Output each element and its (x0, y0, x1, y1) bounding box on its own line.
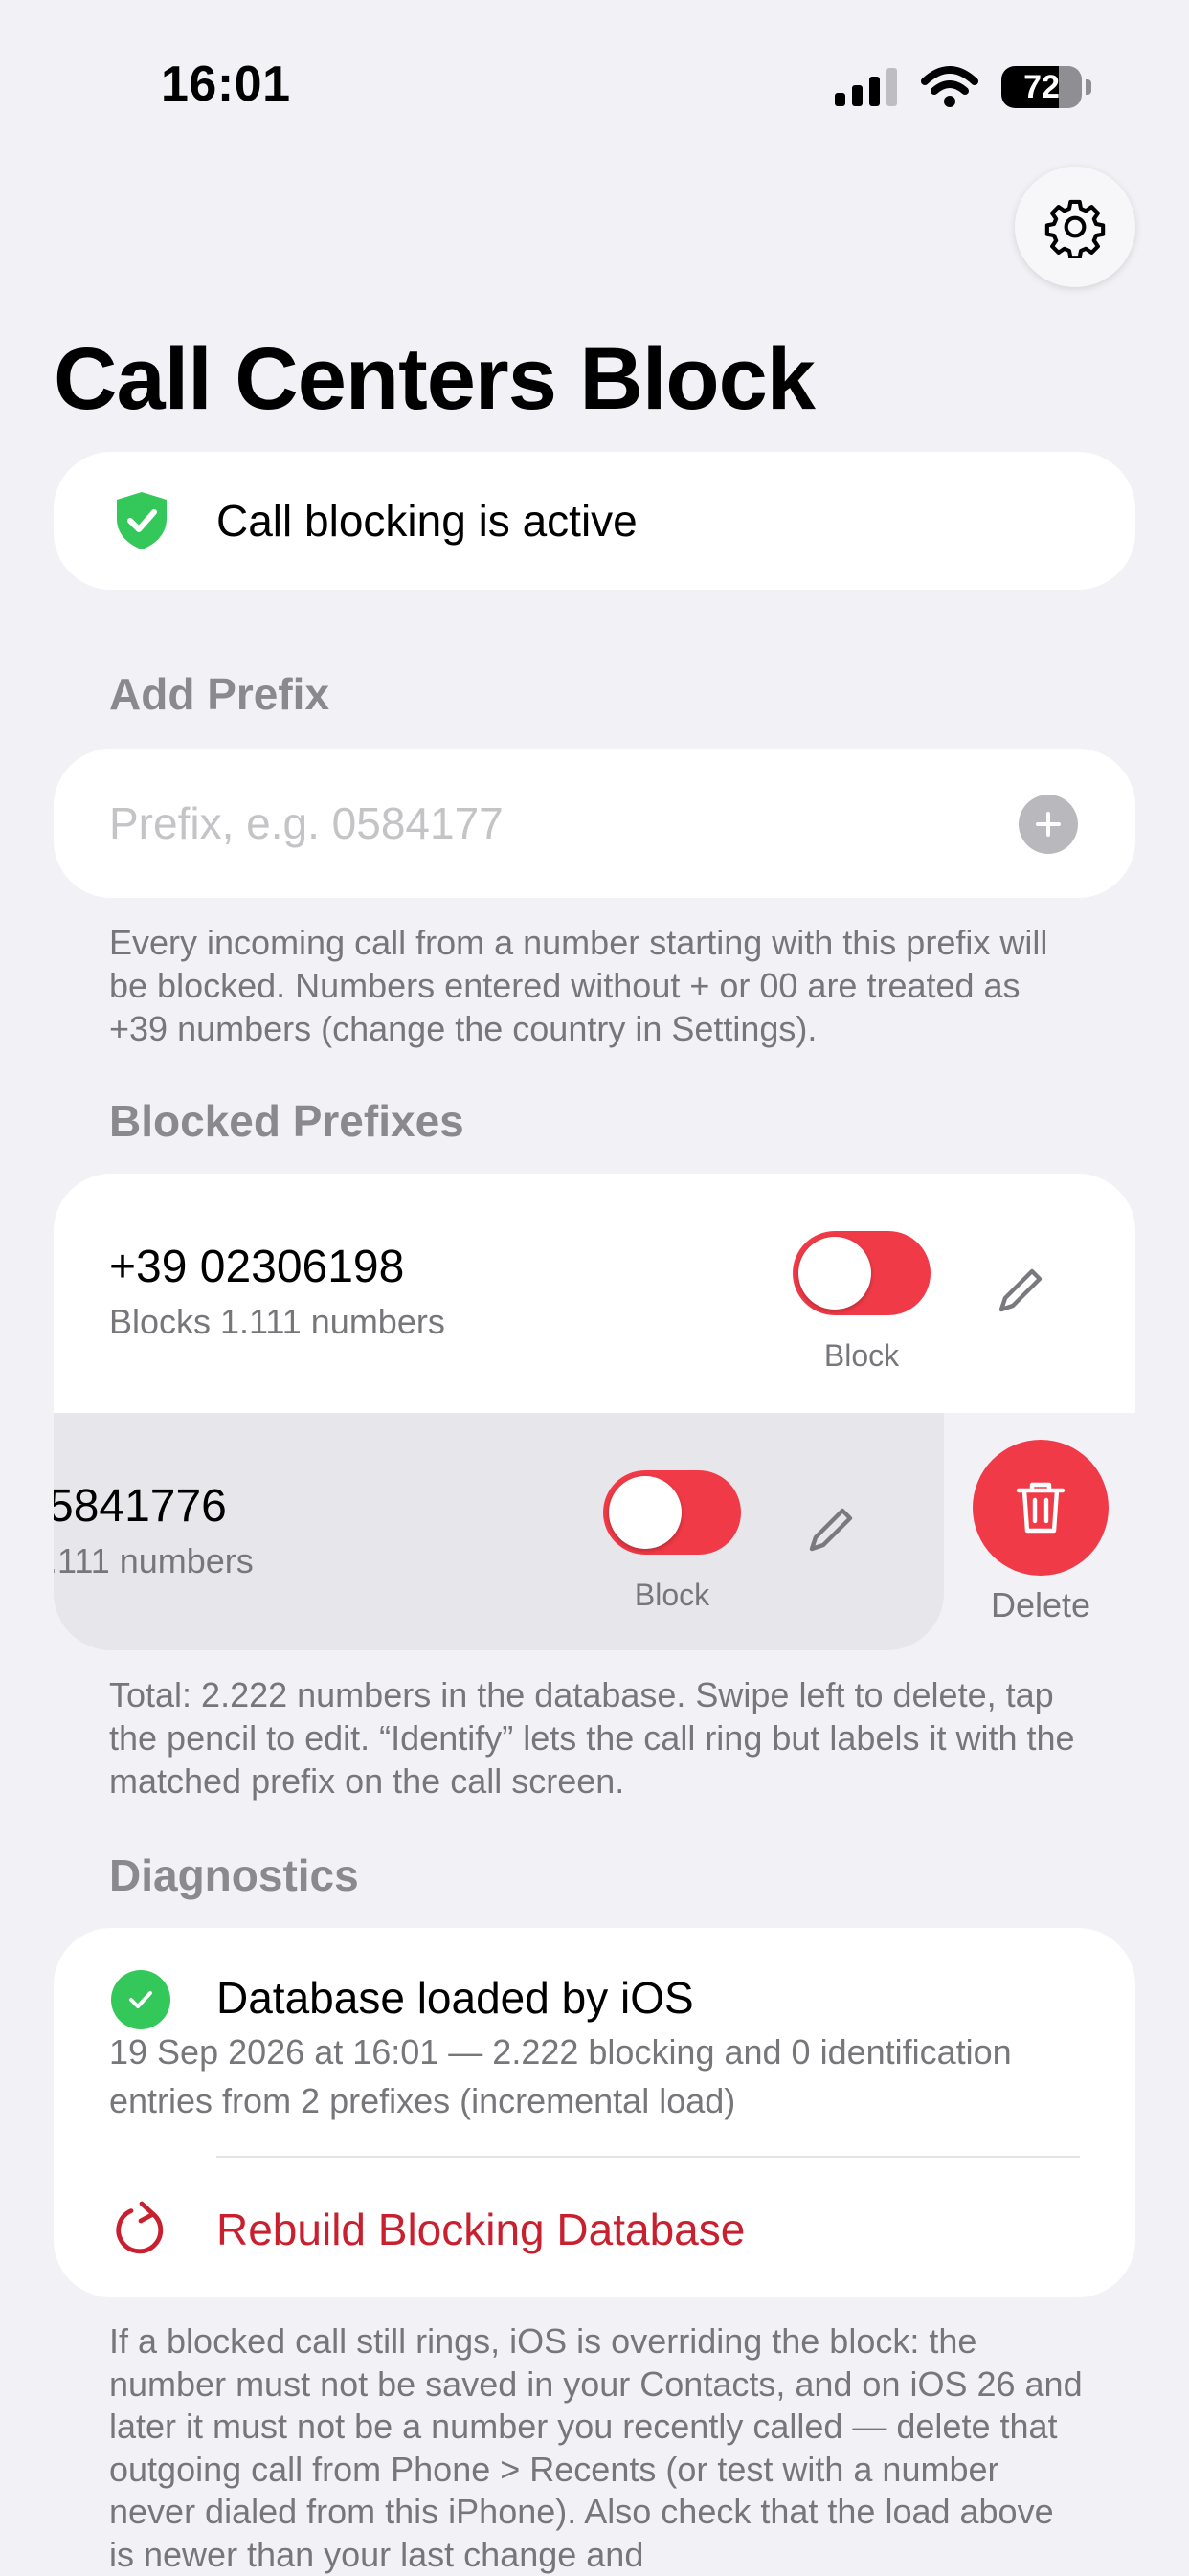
block-toggle[interactable] (603, 1470, 741, 1555)
pencil-icon[interactable] (992, 1262, 1049, 1319)
cellular-signal-icon (835, 68, 897, 106)
refresh-icon (116, 2201, 164, 2254)
status-time: 16:01 (161, 56, 291, 112)
block-toggle-label: Block (823, 1338, 900, 1373)
wifi-icon (921, 66, 978, 107)
diagnostics-card: Database loaded by iOS 19 Sep 2026 at 16… (54, 1928, 1135, 2297)
rebuild-database-label: Rebuild Blocking Database (216, 2205, 746, 2254)
settings-button[interactable] (1015, 167, 1135, 287)
plus-icon (1036, 812, 1061, 837)
block-toggle[interactable] (793, 1231, 931, 1315)
prefix-count: Blocks 1.111 numbers (109, 1302, 445, 1341)
prefix-number: 5841776 (54, 1481, 227, 1532)
checkmark-icon (129, 1991, 152, 2008)
battery-nub (1086, 79, 1091, 95)
diagnostics-heading: Diagnostics (109, 1850, 359, 1900)
delete-button[interactable] (973, 1440, 1109, 1576)
add-prefix-heading: Add Prefix (109, 669, 330, 719)
toggle-knob (609, 1476, 682, 1549)
prefix-row-swiped[interactable]: 5841776 .111 numbers Block (54, 1413, 944, 1650)
trash-icon (1016, 1482, 1066, 1534)
battery-icon: 72 (1001, 66, 1082, 108)
diagnostics-footer: If a blocked call still rings, iOS is ov… (109, 2321, 1083, 2574)
prefix-input[interactable] (109, 797, 971, 849)
prefix-row[interactable]: +39 02306198 Blocks 1.111 numbers Block (54, 1174, 1135, 1413)
blocking-status-card: Call blocking is active (54, 452, 1135, 590)
toggle-knob (798, 1237, 871, 1310)
battery-percent: 72 (1023, 68, 1060, 105)
database-status-title: Database loaded by iOS (216, 1973, 694, 2023)
block-toggle-label: Block (634, 1578, 710, 1612)
prefix-number: +39 02306198 (109, 1242, 405, 1292)
checkmark-circle-icon (111, 1970, 170, 2029)
prefix-input-card (54, 749, 1135, 898)
blocked-prefixes-heading: Blocked Prefixes (109, 1096, 464, 1146)
gear-icon (1044, 199, 1106, 258)
delete-label: Delete (990, 1585, 1091, 1624)
status-icons: 72 (835, 63, 1091, 111)
prefix-count: .111 numbers (54, 1541, 254, 1580)
page-title: Call Centers Block (54, 330, 816, 428)
blocking-status-text: Call blocking is active (216, 496, 638, 546)
database-status-detail: 19 Sep 2026 at 16:01 — 2.222 blocking an… (109, 2032, 1012, 2120)
pencil-icon[interactable] (802, 1501, 860, 1558)
add-prefix-button[interactable] (1019, 795, 1078, 854)
blocked-prefixes-footer: Total: 2.222 numbers in the database. Sw… (109, 1675, 1075, 1801)
rebuild-database-button[interactable]: Rebuild Blocking Database (54, 2158, 1135, 2297)
add-prefix-help: Every incoming call from a number starti… (109, 923, 1048, 1048)
shield-check-icon (117, 492, 167, 549)
